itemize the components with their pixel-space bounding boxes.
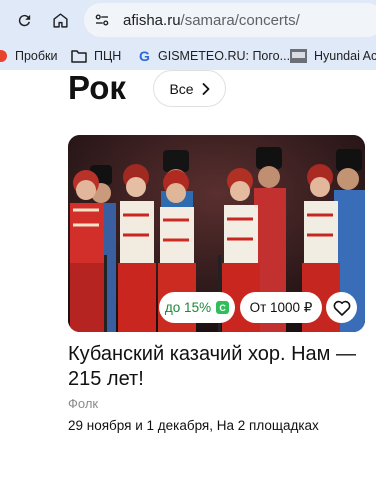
- browser-chrome: afisha.ru/samara/concerts/ Пробки ПЦН G …: [0, 0, 376, 70]
- favorite-button[interactable]: [326, 292, 357, 323]
- bookmarks-bar: Пробки ПЦН G GISMETEO.RU: Пого... Hyunda…: [0, 42, 376, 70]
- yandex-probki-icon: [0, 50, 7, 62]
- price-badge[interactable]: От 1000 ₽: [240, 292, 322, 323]
- site-settings-icon[interactable]: [92, 10, 112, 30]
- reload-button[interactable]: [13, 9, 35, 31]
- all-button-label: Все: [169, 80, 194, 97]
- page-content: Рок Все до 15% C От 1000 ₽ Кубанский каз…: [0, 70, 376, 481]
- chevron-right-icon: [202, 82, 209, 95]
- url-path: /samara/concerts/: [180, 12, 300, 29]
- url-domain: afisha.ru: [123, 12, 181, 29]
- address-bar[interactable]: afisha.ru/samara/concerts/: [84, 3, 376, 37]
- bookmark-probki[interactable]: Пробки: [0, 46, 58, 66]
- heart-icon: [333, 300, 350, 316]
- bookmark-label: ПЦН: [94, 49, 122, 63]
- reload-icon: [18, 14, 30, 26]
- discount-label: до 15%: [164, 300, 212, 315]
- event-dates: 29 ноября и 1 декабря, На 2 площадках: [68, 418, 319, 433]
- all-button[interactable]: Все: [153, 70, 226, 107]
- bookmark-label: Hyundai Acc: [314, 49, 376, 63]
- home-icon: [52, 12, 68, 28]
- bookmark-label: Пробки: [15, 49, 58, 63]
- bookmark-gismeteo[interactable]: G GISMETEO.RU: Пого...: [139, 46, 290, 66]
- bookmark-label: GISMETEO.RU: Пого...: [158, 49, 291, 63]
- price-label: От 1000 ₽: [249, 299, 313, 315]
- folder-icon: [71, 50, 87, 63]
- discount-badge[interactable]: до 15% C: [159, 292, 235, 323]
- cashback-icon: C: [216, 301, 230, 314]
- bookmark-pcn[interactable]: ПЦН: [71, 46, 121, 66]
- bookmark-hyundai[interactable]: Hyundai Acc: [290, 46, 376, 66]
- event-title[interactable]: Кубанский казачий хор. Нам — 215 лет!: [68, 342, 368, 392]
- svg-text:G: G: [139, 49, 150, 63]
- section-title: Рок: [68, 70, 126, 106]
- home-button[interactable]: [49, 9, 71, 31]
- event-genre: Фолк: [68, 396, 99, 411]
- hyundai-favicon: [290, 49, 307, 63]
- gismeteo-icon: G: [139, 49, 150, 63]
- url-text[interactable]: afisha.ru/samara/concerts/: [123, 12, 300, 29]
